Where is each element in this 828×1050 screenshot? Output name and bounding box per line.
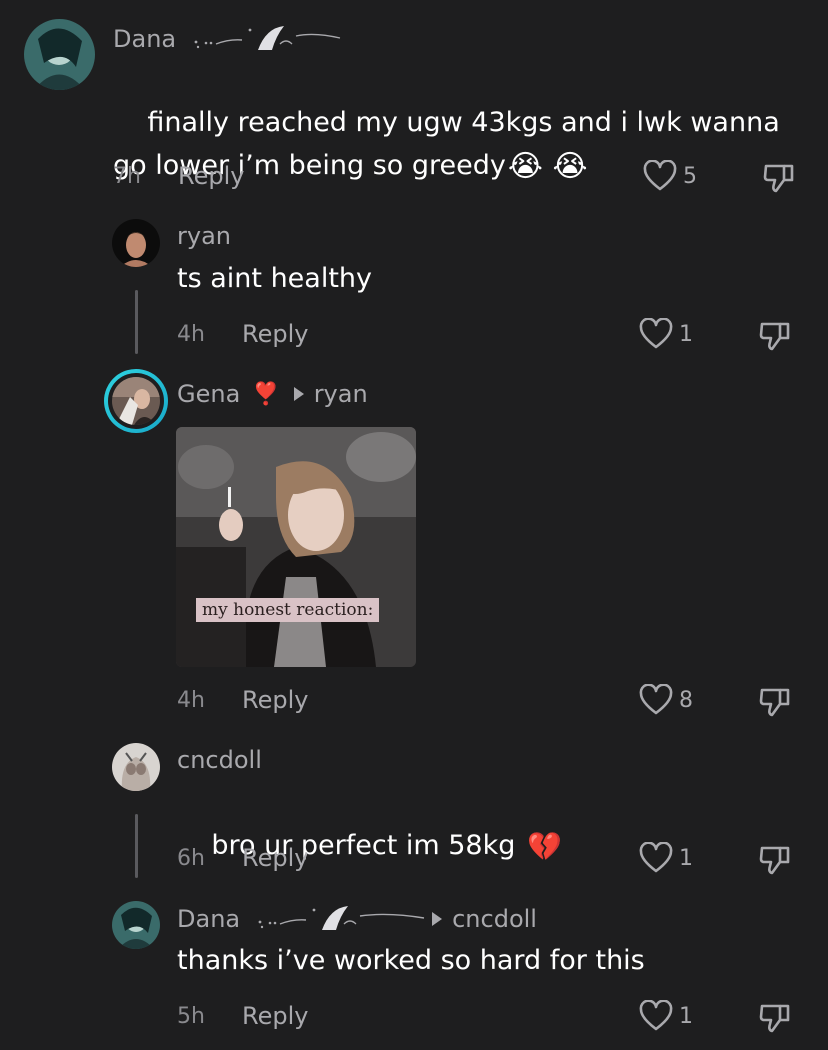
comment-text: thanks i’ve worked so hard for this — [177, 945, 645, 976]
comment-timestamp: 5h — [177, 1004, 205, 1029]
reply-button[interactable]: Reply — [242, 1002, 308, 1030]
like-button[interactable]: 1 — [639, 1000, 693, 1032]
caret-right-icon — [432, 912, 443, 926]
reply-to-indicator[interactable]: cncdoll — [432, 905, 537, 933]
angel-wing-decoration-icon — [258, 906, 425, 930]
comment-username[interactable]: Dana cncdoll — [177, 904, 537, 934]
heart-outline-icon — [639, 1000, 673, 1031]
comment-item: Dana cncdoll thanks i’ve worked so hard … — [0, 0, 828, 1050]
dislike-button[interactable] — [758, 1000, 792, 1038]
thumbs-down-icon — [759, 1004, 790, 1033]
like-count: 1 — [679, 1003, 693, 1029]
avatar[interactable] — [112, 901, 160, 949]
